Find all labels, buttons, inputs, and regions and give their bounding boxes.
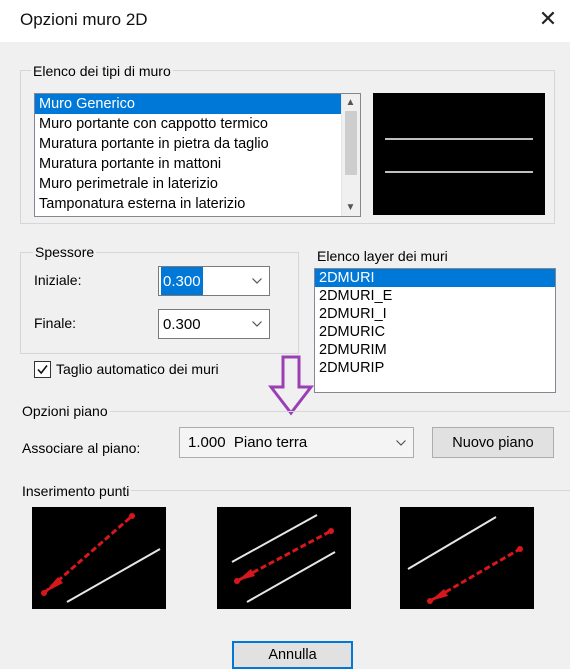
auto-cut-label[interactable]: Taglio automatico dei muri bbox=[56, 361, 219, 377]
layer-item[interactable]: 2DMURIP bbox=[315, 359, 555, 377]
wall-type-item[interactable]: Muro Generico bbox=[35, 94, 341, 114]
final-label: Finale: bbox=[34, 315, 77, 331]
chevron-down-icon[interactable] bbox=[389, 428, 413, 457]
cancel-button[interactable]: Annulla bbox=[232, 641, 353, 669]
down-arrow-icon bbox=[267, 355, 315, 417]
floor-options-label: Opzioni piano bbox=[20, 403, 110, 419]
insertion-label: Inserimento punti bbox=[20, 483, 132, 499]
initial-thickness-value[interactable]: 0.300 bbox=[161, 267, 203, 295]
wall-types-list[interactable]: Muro Generico Muro portante con cappotto… bbox=[34, 93, 361, 217]
scroll-down-icon[interactable]: ▼ bbox=[342, 199, 359, 216]
layer-item[interactable]: 2DMURI bbox=[315, 269, 555, 287]
layer-item[interactable]: 2DMURI_I bbox=[315, 305, 555, 323]
final-thickness-combo[interactable]: 0.300 bbox=[158, 309, 270, 339]
close-icon[interactable]: ✕ bbox=[534, 4, 562, 34]
layer-item[interactable]: 2DMURI_E bbox=[315, 287, 555, 305]
wall-type-item[interactable]: Tamponatura esterna in laterizio bbox=[35, 194, 341, 214]
thickness-group-label: Spessore bbox=[33, 244, 97, 260]
scroll-thumb[interactable] bbox=[345, 111, 357, 175]
floor-combo[interactable]: 1.000 Piano terra bbox=[179, 427, 414, 458]
final-thickness-value[interactable]: 0.300 bbox=[163, 310, 201, 338]
wall-types-scrollbar[interactable]: ▲ ▼ bbox=[341, 94, 360, 216]
wall-type-item[interactable]: Muratura portante in pietra da taglio bbox=[35, 134, 341, 154]
wall-type-item[interactable]: Muratura portante in mattoni bbox=[35, 154, 341, 174]
chevron-down-icon[interactable] bbox=[245, 310, 269, 338]
wall-type-item[interactable]: Muro portante con cappotto termico bbox=[35, 114, 341, 134]
layer-item[interactable]: 2DMURIC bbox=[315, 323, 555, 341]
center-insertion-icon[interactable] bbox=[32, 507, 166, 609]
wall-types-group-label: Elenco dei tipi di muro bbox=[31, 63, 173, 79]
layers-label: Elenco layer dei muri bbox=[317, 248, 448, 264]
auto-cut-checkbox[interactable] bbox=[34, 361, 51, 378]
top-insertion-icon[interactable] bbox=[217, 507, 351, 609]
associate-floor-label: Associare al piano: bbox=[22, 440, 141, 456]
wall-type-item[interactable]: Muro perimetrale in laterizio bbox=[35, 174, 341, 194]
layers-list[interactable]: 2DMURI 2DMURI_E 2DMURI_I 2DMURIC 2DMURIM… bbox=[314, 268, 556, 393]
new-floor-button[interactable]: Nuovo piano bbox=[432, 427, 554, 458]
scroll-up-icon[interactable]: ▲ bbox=[342, 94, 359, 111]
layer-item[interactable]: 2DMURIM bbox=[315, 341, 555, 359]
bottom-insertion-icon[interactable] bbox=[400, 507, 534, 609]
initial-label: Iniziale: bbox=[34, 272, 82, 288]
dialog-title: Opzioni muro 2D bbox=[20, 10, 148, 29]
chevron-down-icon[interactable] bbox=[245, 267, 269, 295]
wall-preview bbox=[373, 93, 545, 215]
initial-thickness-combo[interactable]: 0.300 bbox=[158, 266, 270, 296]
floor-value[interactable]: 1.000 Piano terra bbox=[188, 428, 307, 457]
